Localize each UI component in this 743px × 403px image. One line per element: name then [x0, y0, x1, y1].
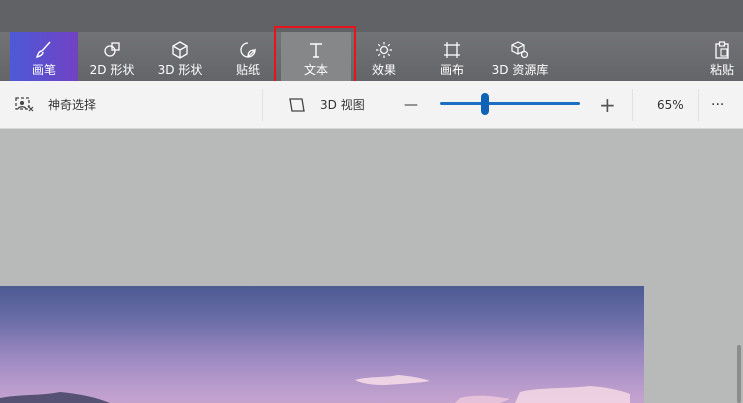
tab-2d-shapes[interactable]: 2D 形状: [80, 32, 144, 81]
vertical-scrollbar[interactable]: [737, 345, 741, 403]
zoom-in-button[interactable]: +: [599, 81, 616, 128]
cube-3d-icon: [170, 39, 190, 61]
tab-brushes[interactable]: 画笔: [10, 32, 78, 81]
toolbar: 神奇选择 3D 视图 — + 65% ···: [0, 81, 743, 129]
tab-text[interactable]: 文本: [281, 32, 351, 81]
zoom-level[interactable]: 65%: [657, 81, 684, 128]
magic-select-icon: [14, 96, 34, 114]
zoom-slider-thumb[interactable]: [481, 93, 489, 115]
more-icon: ···: [711, 96, 725, 113]
paste-label: 粘贴: [709, 63, 734, 77]
sticker-icon: [238, 39, 258, 61]
effects-sun-icon: [374, 39, 394, 61]
tab-stickers[interactable]: 贴纸: [216, 32, 280, 81]
tab-label: 3D 形状: [157, 63, 203, 77]
divider: [698, 89, 699, 121]
magic-select-button[interactable]: 神奇选择: [14, 81, 96, 128]
tab-effects[interactable]: 效果: [352, 32, 416, 81]
divider: [632, 89, 633, 121]
more-options-button[interactable]: ···: [711, 81, 724, 128]
tab-label: 2D 形状: [89, 63, 135, 77]
plus-icon: +: [599, 92, 616, 117]
paste-button[interactable]: 粘贴: [703, 32, 741, 81]
text-icon: [306, 39, 326, 61]
tab-label: 3D 资源库: [491, 63, 549, 77]
brush-icon: [34, 39, 54, 61]
ribbon: 画笔 2D 形状 3D 形状 贴纸 文本 效果 画布 3D 资源库 粘贴: [0, 32, 743, 81]
tab-label: 画布: [439, 63, 464, 77]
canvas-image[interactable]: [0, 286, 644, 403]
shapes-2d-icon: [102, 39, 122, 61]
zoom-slider-track: [440, 102, 580, 105]
zoom-level-value: 65%: [657, 97, 684, 112]
view-3d-icon: [288, 96, 306, 114]
minus-icon: —: [404, 96, 418, 113]
tab-label: 文本: [303, 63, 328, 77]
tab-3d-library[interactable]: 3D 资源库: [488, 32, 552, 81]
view-3d-label: 3D 视图: [320, 98, 365, 112]
tab-label: 画笔: [31, 63, 56, 77]
zoom-out-button[interactable]: —: [404, 81, 418, 128]
magic-select-label: 神奇选择: [48, 98, 97, 112]
clipboard-icon: [712, 39, 732, 61]
library-3d-icon: [510, 39, 530, 61]
tab-3d-shapes[interactable]: 3D 形状: [148, 32, 212, 81]
view-3d-button[interactable]: 3D 视图: [288, 81, 365, 128]
canvas-crop-icon: [442, 39, 462, 61]
tab-label: 贴纸: [235, 63, 260, 77]
divider: [262, 89, 263, 121]
title-bar: [0, 0, 743, 32]
tab-label: 效果: [371, 63, 396, 77]
tab-canvas[interactable]: 画布: [420, 32, 484, 81]
